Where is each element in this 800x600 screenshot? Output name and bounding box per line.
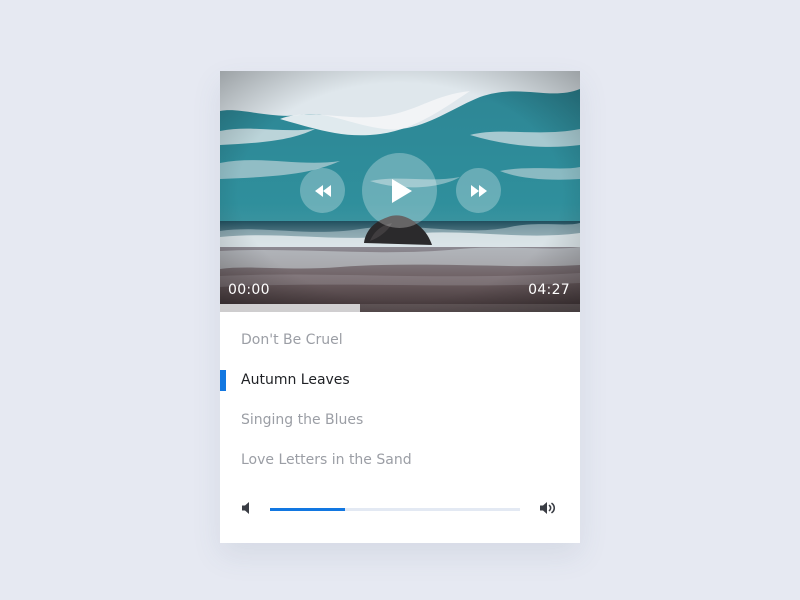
fast-forward-icon [470, 184, 487, 197]
track-title: Singing the Blues [241, 412, 364, 428]
max-volume-button[interactable] [540, 501, 558, 515]
mute-button[interactable] [242, 501, 252, 515]
rewind-button[interactable] [300, 168, 345, 213]
seek-bar-fill [220, 304, 361, 312]
active-track-marker [220, 370, 226, 391]
volume-low-icon [242, 502, 249, 514]
track-title: Don't Be Cruel [241, 332, 343, 348]
elapsed-time: 00:00 [228, 282, 270, 298]
music-player-card: 00:00 04:27 Don't Be Cruel Autumn Leaves… [220, 71, 580, 543]
fast-forward-button[interactable] [456, 168, 501, 213]
track-title: Autumn Leaves [241, 372, 350, 388]
playlist-item[interactable]: Don't Be Cruel [220, 320, 580, 360]
seek-bar[interactable] [220, 304, 580, 312]
volume-slider[interactable] [270, 508, 520, 511]
album-artwork: 00:00 04:27 [220, 71, 580, 312]
rewind-icon [314, 184, 331, 197]
playlist-item[interactable]: Autumn Leaves [220, 360, 580, 400]
track-title: Love Letters in the Sand [241, 452, 412, 468]
playlist-item[interactable]: Singing the Blues [220, 400, 580, 440]
playlist: Don't Be Cruel Autumn Leaves Singing the… [220, 320, 580, 480]
volume-control [220, 495, 580, 523]
playlist-item[interactable]: Love Letters in the Sand [220, 440, 580, 480]
play-icon [391, 178, 412, 203]
volume-slider-fill [270, 508, 345, 511]
play-button[interactable] [362, 153, 437, 228]
total-duration: 04:27 [528, 282, 570, 298]
volume-high-icon [540, 502, 556, 514]
